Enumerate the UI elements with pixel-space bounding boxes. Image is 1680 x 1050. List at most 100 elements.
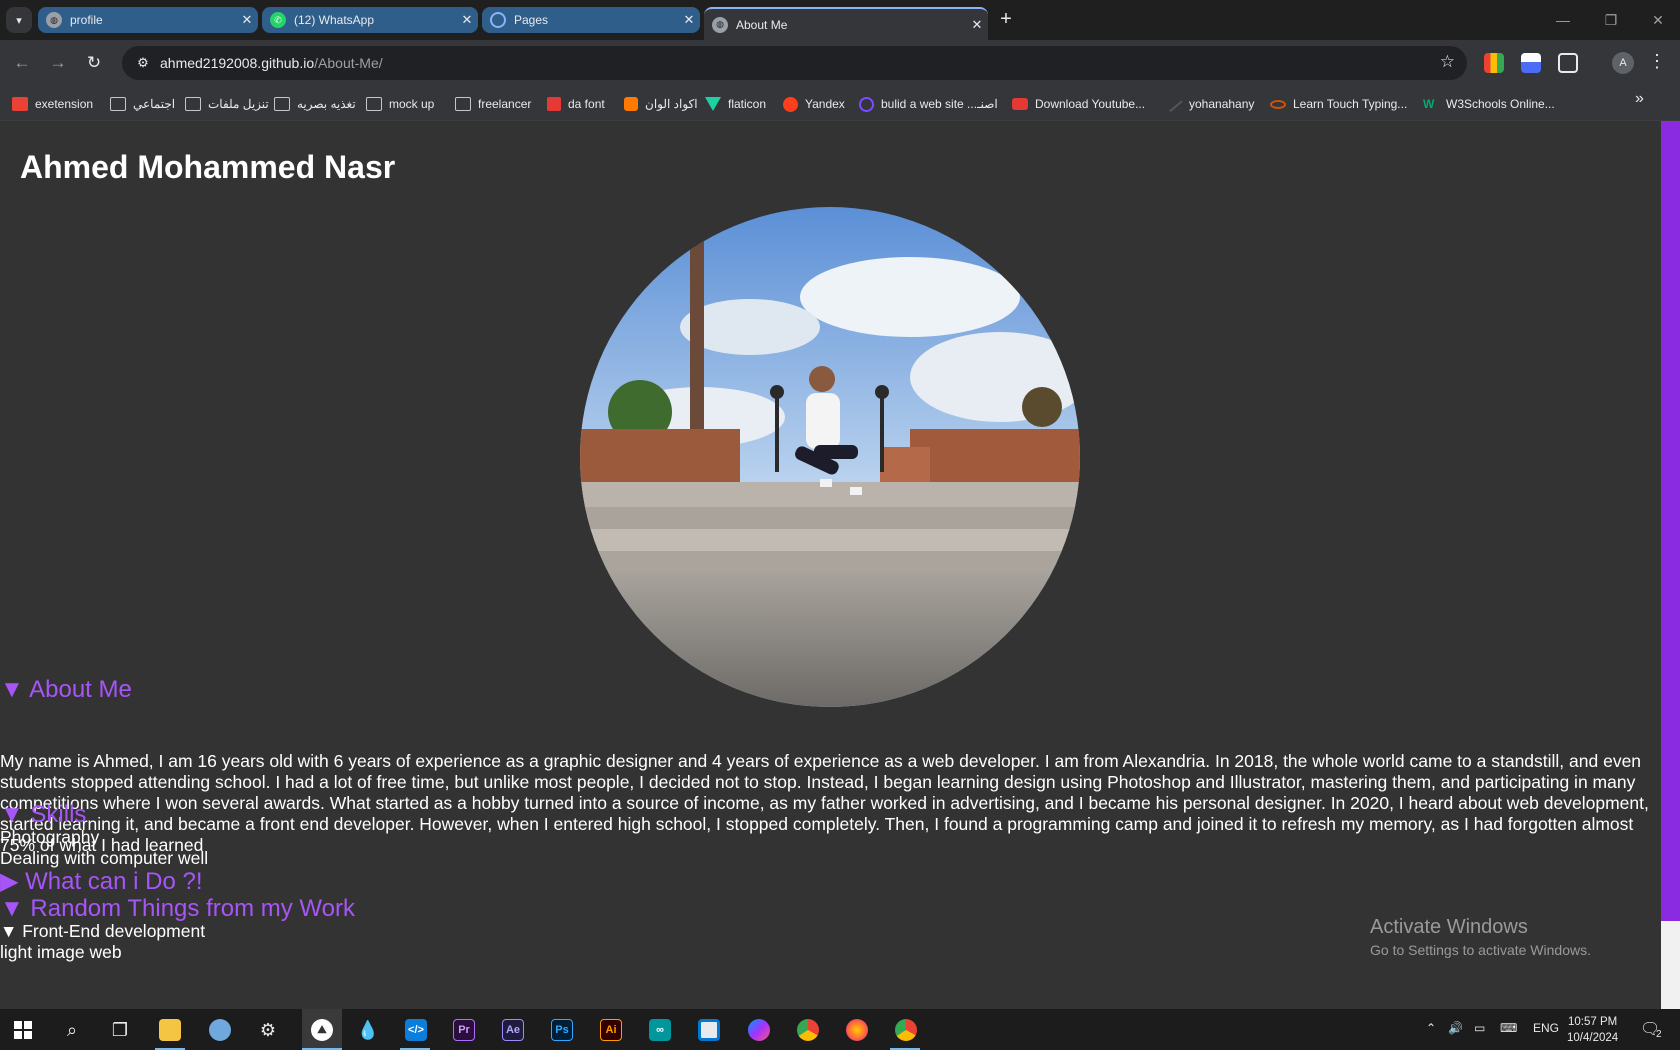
network-icon[interactable]: ▭	[1474, 1021, 1485, 1035]
site-settings-icon[interactable]: ⚙	[130, 55, 156, 71]
activate-windows-title: Activate Windows	[1370, 916, 1528, 938]
folder-icon	[110, 97, 126, 111]
bookmark-yandex[interactable]: Yandex	[783, 92, 845, 116]
profile-photo	[580, 207, 1080, 707]
chrome-profile-icon[interactable]	[890, 1014, 922, 1046]
bookmark-build-website[interactable]: bulid a web site ...اصنـ	[859, 92, 998, 116]
skills-summary[interactable]: ▼ Skills	[0, 801, 86, 829]
extension-flag-icon[interactable]	[1521, 53, 1541, 73]
frontend-summary[interactable]: ▼ Front-End development	[0, 921, 205, 942]
settings-gear-icon[interactable]: ⚙	[252, 1014, 284, 1046]
tab-strip: ▾ ◍ profile ✕ ✆ (12) WhatsApp ✕ Pages ✕ …	[0, 0, 1680, 40]
about-me-summary[interactable]: ▼ About Me	[0, 676, 132, 704]
tab-search-button[interactable]: ▾	[6, 7, 32, 33]
restore-button[interactable]: ❐	[1596, 8, 1626, 32]
tab-whatsapp[interactable]: ✆ (12) WhatsApp ✕	[262, 7, 478, 33]
bookmark-folder-freelancer[interactable]: freelancer	[455, 92, 531, 116]
random-things-summary[interactable]: ▼ Random Things from my Work	[0, 895, 355, 923]
bookmark-w3schools[interactable]: W W3Schools Online...	[1423, 92, 1555, 116]
triangle-right-icon: ▶	[0, 868, 26, 895]
ring-icon	[859, 96, 874, 112]
whatsapp-icon: ✆	[270, 12, 286, 28]
scrollbar-thumb[interactable]	[1661, 121, 1680, 921]
paint-app-icon[interactable]	[204, 1014, 236, 1046]
bookmark-flaticon[interactable]: flaticon	[705, 92, 766, 116]
bookmark-color-codes[interactable]: اكواد الوان	[624, 92, 698, 116]
messenger-icon[interactable]	[743, 1014, 775, 1046]
tab-profile[interactable]: ◍ profile ✕	[38, 7, 258, 33]
bookmark-youtube-download[interactable]: Download Youtube...	[1012, 92, 1145, 116]
url-host: ahmed2192008.github.io	[160, 55, 315, 71]
droplet-app-icon[interactable]: 💧	[352, 1014, 384, 1046]
close-icon[interactable]: ✕	[456, 12, 478, 28]
vscode-icon[interactable]: </>	[400, 1014, 432, 1046]
firefox-icon[interactable]	[841, 1014, 873, 1046]
tab-pages[interactable]: Pages ✕	[482, 7, 700, 33]
show-hidden-icons[interactable]: ⌃	[1426, 1021, 1436, 1035]
page-scrollbar[interactable]	[1661, 121, 1680, 1009]
w3schools-icon: W	[1423, 97, 1435, 111]
flaticon-icon	[705, 97, 721, 111]
language-indicator[interactable]: ENG	[1533, 1021, 1559, 1035]
folder-icon	[274, 97, 290, 111]
close-icon[interactable]: ✕	[236, 12, 258, 28]
url-path: /About-Me/	[314, 55, 383, 71]
minimize-button[interactable]: —	[1548, 8, 1578, 32]
extension-icon	[12, 97, 28, 111]
file-explorer-icon[interactable]	[154, 1014, 186, 1046]
address-bar[interactable]: ⚙ ahmed2192008.github.io/About-Me/ ☆	[122, 46, 1467, 80]
bookmark-star-icon[interactable]: ☆	[1440, 52, 1455, 72]
pen-icon	[1165, 95, 1183, 113]
blogger-icon	[624, 97, 638, 111]
folder-icon	[455, 97, 471, 111]
more-bookmarks-icon[interactable]: »	[1635, 90, 1644, 108]
tab-about-me[interactable]: ◍ About Me ✕	[704, 7, 988, 40]
skill-item: Dealing with computer well	[0, 848, 209, 868]
windows-taskbar: ⌕ ❐ ⚙ ⛰ 💧 </> Pr Ae Ps Ai ∞ ⌃ 🔊 ▭ ⌨ ENG …	[0, 1009, 1680, 1050]
touch-keyboard-icon[interactable]: ⌨	[1500, 1021, 1517, 1035]
activate-windows-subtitle: Go to Settings to activate Windows.	[1370, 942, 1591, 958]
project-link-cut[interactable]: light image web	[0, 942, 122, 963]
extensions-puzzle-icon[interactable]	[1558, 53, 1578, 73]
arduino-icon[interactable]: ∞	[644, 1014, 676, 1046]
photoshop-icon[interactable]: Ps	[546, 1014, 578, 1046]
forward-button[interactable]: →	[46, 51, 70, 75]
chrome-icon[interactable]	[792, 1014, 824, 1046]
volume-icon[interactable]: 🔊	[1448, 1021, 1463, 1035]
task-view-icon[interactable]: ❐	[104, 1014, 136, 1046]
notification-count: 2	[1656, 1029, 1662, 1040]
bookmark-touch-typing[interactable]: Learn Touch Typing...	[1270, 92, 1407, 116]
illustrator-icon[interactable]: Ai	[595, 1014, 627, 1046]
bookmark-yohanahany[interactable]: yohanahany	[1165, 92, 1254, 116]
yandex-icon	[783, 96, 798, 112]
spinner-icon	[490, 12, 506, 28]
bookmark-folder-downloads[interactable]: تنزيل ملفات	[185, 92, 269, 116]
bookmark-dafont[interactable]: da font	[547, 92, 605, 116]
taskbar-clock[interactable]: 10:57 PM 10/4/2024	[1567, 1014, 1618, 1046]
close-icon[interactable]: ✕	[966, 17, 988, 33]
new-tab-button[interactable]: +	[994, 8, 1018, 32]
back-button[interactable]: ←	[10, 51, 34, 75]
close-icon[interactable]: ✕	[678, 12, 700, 28]
skill-item: Photography	[0, 827, 100, 847]
photos-app-icon[interactable]: ⛰	[306, 1014, 338, 1046]
browser-chrome: ▾ ◍ profile ✕ ✆ (12) WhatsApp ✕ Pages ✕ …	[0, 0, 1680, 121]
search-icon[interactable]: ⌕	[56, 1014, 88, 1046]
store-window-icon[interactable]	[693, 1014, 725, 1046]
globe-icon: ◍	[46, 12, 62, 28]
what-can-i-do-summary[interactable]: ▶ What can i Do ?!	[0, 867, 203, 896]
premiere-pro-icon[interactable]: Pr	[448, 1014, 480, 1046]
extension-colorful-icon[interactable]	[1484, 53, 1504, 73]
bookmark-folder-social[interactable]: اجتماعي	[110, 92, 175, 116]
close-window-button[interactable]: ✕	[1643, 8, 1673, 32]
reload-button[interactable]: ↻	[82, 51, 106, 75]
clock-date: 10/4/2024	[1567, 1032, 1619, 1044]
profile-avatar[interactable]: A	[1612, 52, 1634, 74]
bookmark-exetension[interactable]: exetension	[12, 92, 93, 116]
bookmark-folder-mockup[interactable]: mock up	[366, 92, 434, 116]
bookmark-folder-inspiration[interactable]: تغذيه بصريه	[274, 92, 356, 116]
menu-kebab-icon[interactable]: ⋮	[1648, 51, 1666, 72]
start-windows-icon[interactable]	[7, 1014, 39, 1046]
after-effects-icon[interactable]: Ae	[497, 1014, 529, 1046]
triangle-down-icon: ▼	[0, 801, 31, 828]
